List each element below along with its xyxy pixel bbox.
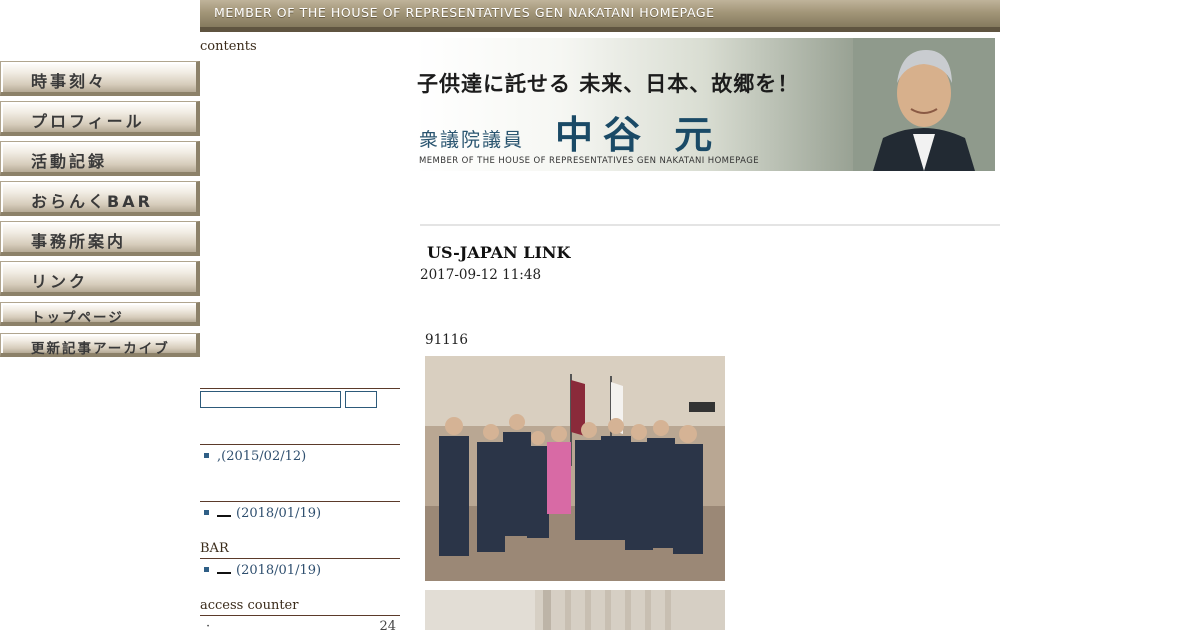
item-date: (2018/01/19) [236,563,322,578]
search-button[interactable] [345,391,377,408]
nav-activity[interactable]: 活動記録 [0,141,200,176]
link-text [217,564,231,574]
list-item[interactable]: (2018/01/19) [204,506,321,521]
nav-label: 時事刻々 [31,72,108,91]
nav-label: リンク [31,272,89,291]
bullet-icon [204,567,209,572]
counter-label: · [206,619,211,630]
nav-jiji[interactable]: 時事刻々 [0,61,200,96]
nav-archive[interactable]: 更新記事アーカイブ [0,333,200,357]
counter-value: 24 [379,619,396,630]
item-date: (2015/02/12) [221,449,307,464]
sidebar: contents [200,38,400,60]
banner-role: 衆議院議員 [419,129,525,151]
bullet-icon [204,453,209,458]
nav-label: プロフィール [31,112,145,131]
group-photo [425,356,725,581]
nav-links[interactable]: リンク [0,261,200,296]
search-input[interactable] [200,391,341,408]
search-rule [200,388,400,389]
banner-subtitle: MEMBER OF THE HOUSE OF REPRESENTATIVES G… [419,156,759,166]
link-text [217,507,231,517]
header-title: MEMBER OF THE HOUSE OF REPRESENTATIVES G… [214,5,715,20]
portrait-image [853,38,995,171]
list-item[interactable]: ,(2015/02/12) [204,449,306,464]
banner-name: 中谷 元 [555,113,723,157]
section-rule [200,444,400,445]
content-divider [420,224,1000,226]
contents-heading: contents [200,39,257,54]
banner-slogan: 子供達に託せる 未来、日本、故郷を！ [417,71,800,96]
post-date: 2017-09-12 11:48 [420,267,542,283]
list-item[interactable]: (2018/01/19) [204,563,321,578]
nav-office[interactable]: 事務所案内 [0,221,200,256]
nav-label: 事務所案内 [31,232,127,251]
header-bar: MEMBER OF THE HOUSE OF REPRESENTATIVES G… [200,0,1000,32]
section-rule [200,501,400,502]
nav-oranku-bar[interactable]: おらんくBAR [0,181,200,216]
post-text: 91116 [425,332,468,348]
nav-label: 更新記事アーカイブ [31,341,170,357]
post-title[interactable]: US-JAPAN LINK [427,243,570,262]
nav-label: 活動記録 [31,152,108,171]
nav-profile[interactable]: プロフィール [0,101,200,136]
access-counter-row: · 24 [206,619,396,630]
second-photo [425,590,725,630]
section-rule [200,615,400,616]
item-date: (2018/01/19) [236,506,322,521]
nav-top-page[interactable]: トップページ [0,302,200,326]
bullet-icon [204,510,209,515]
header-banner[interactable]: 子供達に託せる 未来、日本、故郷を！ 衆議院議員 中谷 元 MEMBER OF … [415,38,995,171]
nav-label: トップページ [31,310,124,326]
section-heading-bar: BAR [200,541,229,556]
access-counter-heading: access counter [200,598,299,613]
section-rule [200,558,400,559]
nav-label: おらんくBAR [31,192,153,211]
